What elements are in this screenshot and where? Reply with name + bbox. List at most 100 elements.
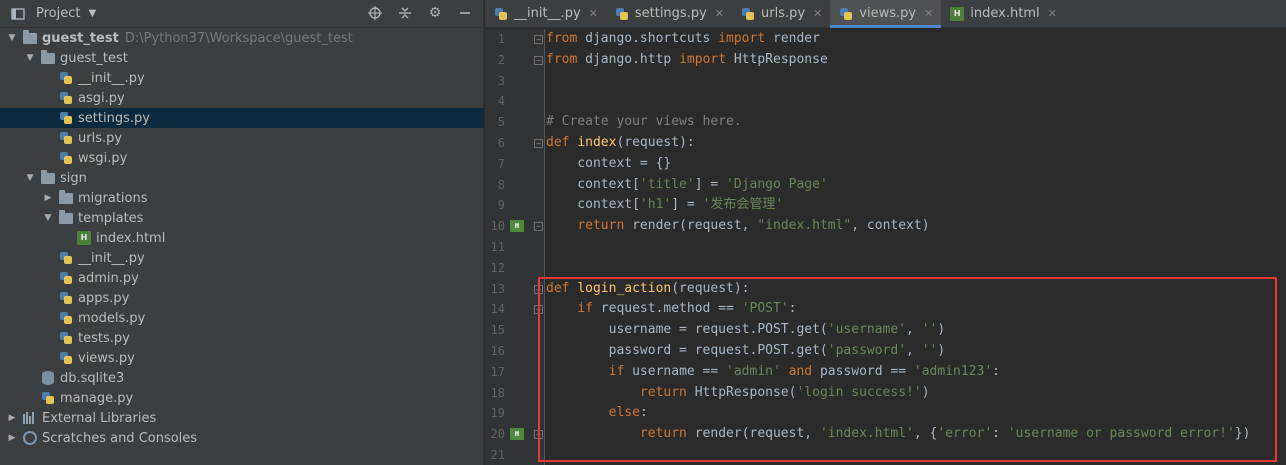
code-token: django.shortcuts (577, 31, 719, 46)
code-line: return render(request, "index.html", con… (546, 216, 929, 237)
tree-item-asgi[interactable]: asgi.py (0, 88, 484, 108)
code-token: import (718, 31, 766, 46)
expanded-arrow-icon[interactable]: ▼ (24, 173, 36, 183)
expanded-arrow-icon[interactable]: ▼ (42, 213, 54, 223)
tab-index-html[interactable]: Hindex.html ✕ (941, 0, 1065, 27)
tree-item-models[interactable]: models.py (0, 308, 484, 328)
locate-file-icon[interactable] (367, 5, 383, 21)
line-number: 3 (497, 73, 505, 88)
tree-item-label: guest_test (42, 30, 119, 46)
code-token: 'h1' (639, 197, 672, 213)
tree-item-label: models.py (78, 310, 146, 326)
python-file-icon (58, 90, 74, 106)
tree-item-settings[interactable]: settings.py (0, 108, 484, 128)
code-token: ] = (694, 176, 727, 192)
tree-item-wsgi[interactable]: wsgi.py (0, 148, 484, 168)
tree-item-migrations[interactable]: ▶ migrations (0, 188, 484, 208)
fold-marker-icon[interactable]: − (534, 305, 543, 315)
collapse-all-icon[interactable] (397, 5, 413, 21)
code-line: from django.http import HttpResponse (546, 50, 828, 71)
tree-item-label: urls.py (78, 130, 123, 146)
code-token: '发布会管理' (702, 197, 784, 213)
close-icon[interactable]: ✕ (1048, 7, 1057, 20)
code-token: context = {} (546, 155, 672, 171)
tree-item-tests[interactable]: tests.py (0, 328, 484, 348)
code-token: and (788, 363, 813, 379)
tree-item-sign[interactable]: ▼ sign (0, 168, 484, 188)
tab-init-py[interactable]: __init__.py ✕ (485, 0, 606, 27)
tree-item-guest_test_pkg[interactable]: ▼ guest_test (0, 48, 484, 68)
code-line: # Create your views here. (546, 112, 742, 133)
chevron-down-icon[interactable]: ▼ (88, 8, 96, 19)
tree-item-label: asgi.py (78, 90, 125, 106)
tree-item-sign_init[interactable]: __init__.py (0, 248, 484, 268)
code-line: context['title'] = 'Django Page' (546, 175, 827, 196)
tree-item-label: Scratches and Consoles (42, 430, 198, 446)
line-number: 7 (497, 156, 505, 171)
tab-settings-py[interactable]: settings.py ✕ (606, 0, 732, 27)
fold-marker-icon[interactable]: − (534, 35, 543, 44)
tree-item-views[interactable]: views.py (0, 348, 484, 368)
tree-item-urls[interactable]: urls.py (0, 128, 484, 148)
code-token: HttpResponse( (686, 384, 797, 400)
tree-item-ext_libs[interactable]: ▶ External Libraries (0, 408, 484, 428)
code-editor[interactable]: 1−2−3 4 5 6−7 8 9 10 H −11 12 13−14−15 16 17 18 19 20 H −… (485, 29, 1286, 465)
project-panel-title[interactable]: Project (36, 6, 80, 21)
tree-item-admin[interactable]: admin.py (0, 268, 484, 288)
tab-label: views.py (859, 6, 917, 21)
code-token: def (546, 280, 570, 296)
close-icon[interactable]: ✕ (589, 7, 598, 20)
code-token: from (546, 51, 578, 67)
code-token: # Create your views here. (546, 114, 742, 130)
editor: __init__.py ✕ settings.py ✕ urls.py ✕ views.py… (485, 0, 1286, 465)
gear-icon[interactable]: ⚙ (427, 5, 443, 21)
fold-marker-icon[interactable]: − (534, 430, 543, 440)
tree-item-scratches[interactable]: ▶ Scratches and Consoles (0, 428, 484, 448)
collapsed-arrow-icon[interactable]: ▶ (6, 413, 18, 423)
close-icon[interactable]: ✕ (813, 7, 822, 20)
tree-item-root[interactable]: ▼ guest_test D:\Python37\Workspace\guest_t… (0, 28, 484, 48)
fold-marker-icon[interactable]: − (534, 222, 543, 232)
tab-views-py[interactable]: views.py ✕ (830, 0, 942, 28)
code-token: 'password' (827, 343, 907, 358)
code-token: : (992, 426, 1008, 442)
tree-item-templates[interactable]: ▼ templates (0, 208, 484, 228)
code-token: ) (937, 322, 946, 338)
expanded-arrow-icon[interactable]: ▼ (6, 33, 18, 43)
expanded-arrow-icon[interactable]: ▼ (24, 53, 36, 63)
fold-marker-icon[interactable]: − (534, 139, 543, 148)
line-number: 5 (497, 115, 505, 130)
tree-item-label: manage.py (60, 390, 134, 406)
tree-item-label: sign (60, 170, 87, 186)
code-line: return HttpResponse('login success!') (546, 383, 930, 404)
tree-item-apps[interactable]: apps.py (0, 288, 484, 308)
fold-marker-icon[interactable]: − (534, 284, 543, 294)
collapsed-arrow-icon[interactable]: ▶ (42, 193, 54, 203)
python-file-icon (838, 6, 854, 22)
tree-item-manage[interactable]: manage.py (0, 388, 484, 408)
code-token: login_action (577, 280, 672, 296)
line-number: 4 (497, 94, 505, 109)
code-token: '' (921, 322, 938, 338)
close-icon[interactable]: ✕ (715, 7, 724, 20)
template-link-icon[interactable]: H (510, 428, 524, 441)
code-token: render(request, (686, 426, 820, 442)
code-token: return (577, 218, 625, 234)
close-icon[interactable]: ✕ (924, 7, 933, 20)
tree-item-gt_init[interactable]: __init__.py (0, 68, 484, 88)
tree-item-label: __init__.py (78, 250, 145, 266)
line-number: 13 (490, 281, 505, 296)
project-panel: Project ▼ ⚙ ▼ guest_test D:\Python37\Works… (0, 0, 484, 465)
tab-urls-py[interactable]: urls.py ✕ (732, 0, 830, 27)
template-link-icon[interactable]: H (510, 220, 524, 233)
tree-item-index_html[interactable]: Hindex.html (0, 228, 484, 248)
minimize-icon[interactable] (457, 5, 473, 21)
fold-marker-icon[interactable]: − (534, 55, 543, 65)
collapsed-arrow-icon[interactable]: ▶ (6, 433, 18, 443)
tree-item-db[interactable]: db.sqlite3 (0, 368, 484, 388)
line-number: 18 (490, 385, 505, 400)
line-number: 10 (490, 219, 505, 234)
code-line: def login_action(request): (546, 279, 750, 300)
html-file-icon: H (76, 230, 92, 246)
